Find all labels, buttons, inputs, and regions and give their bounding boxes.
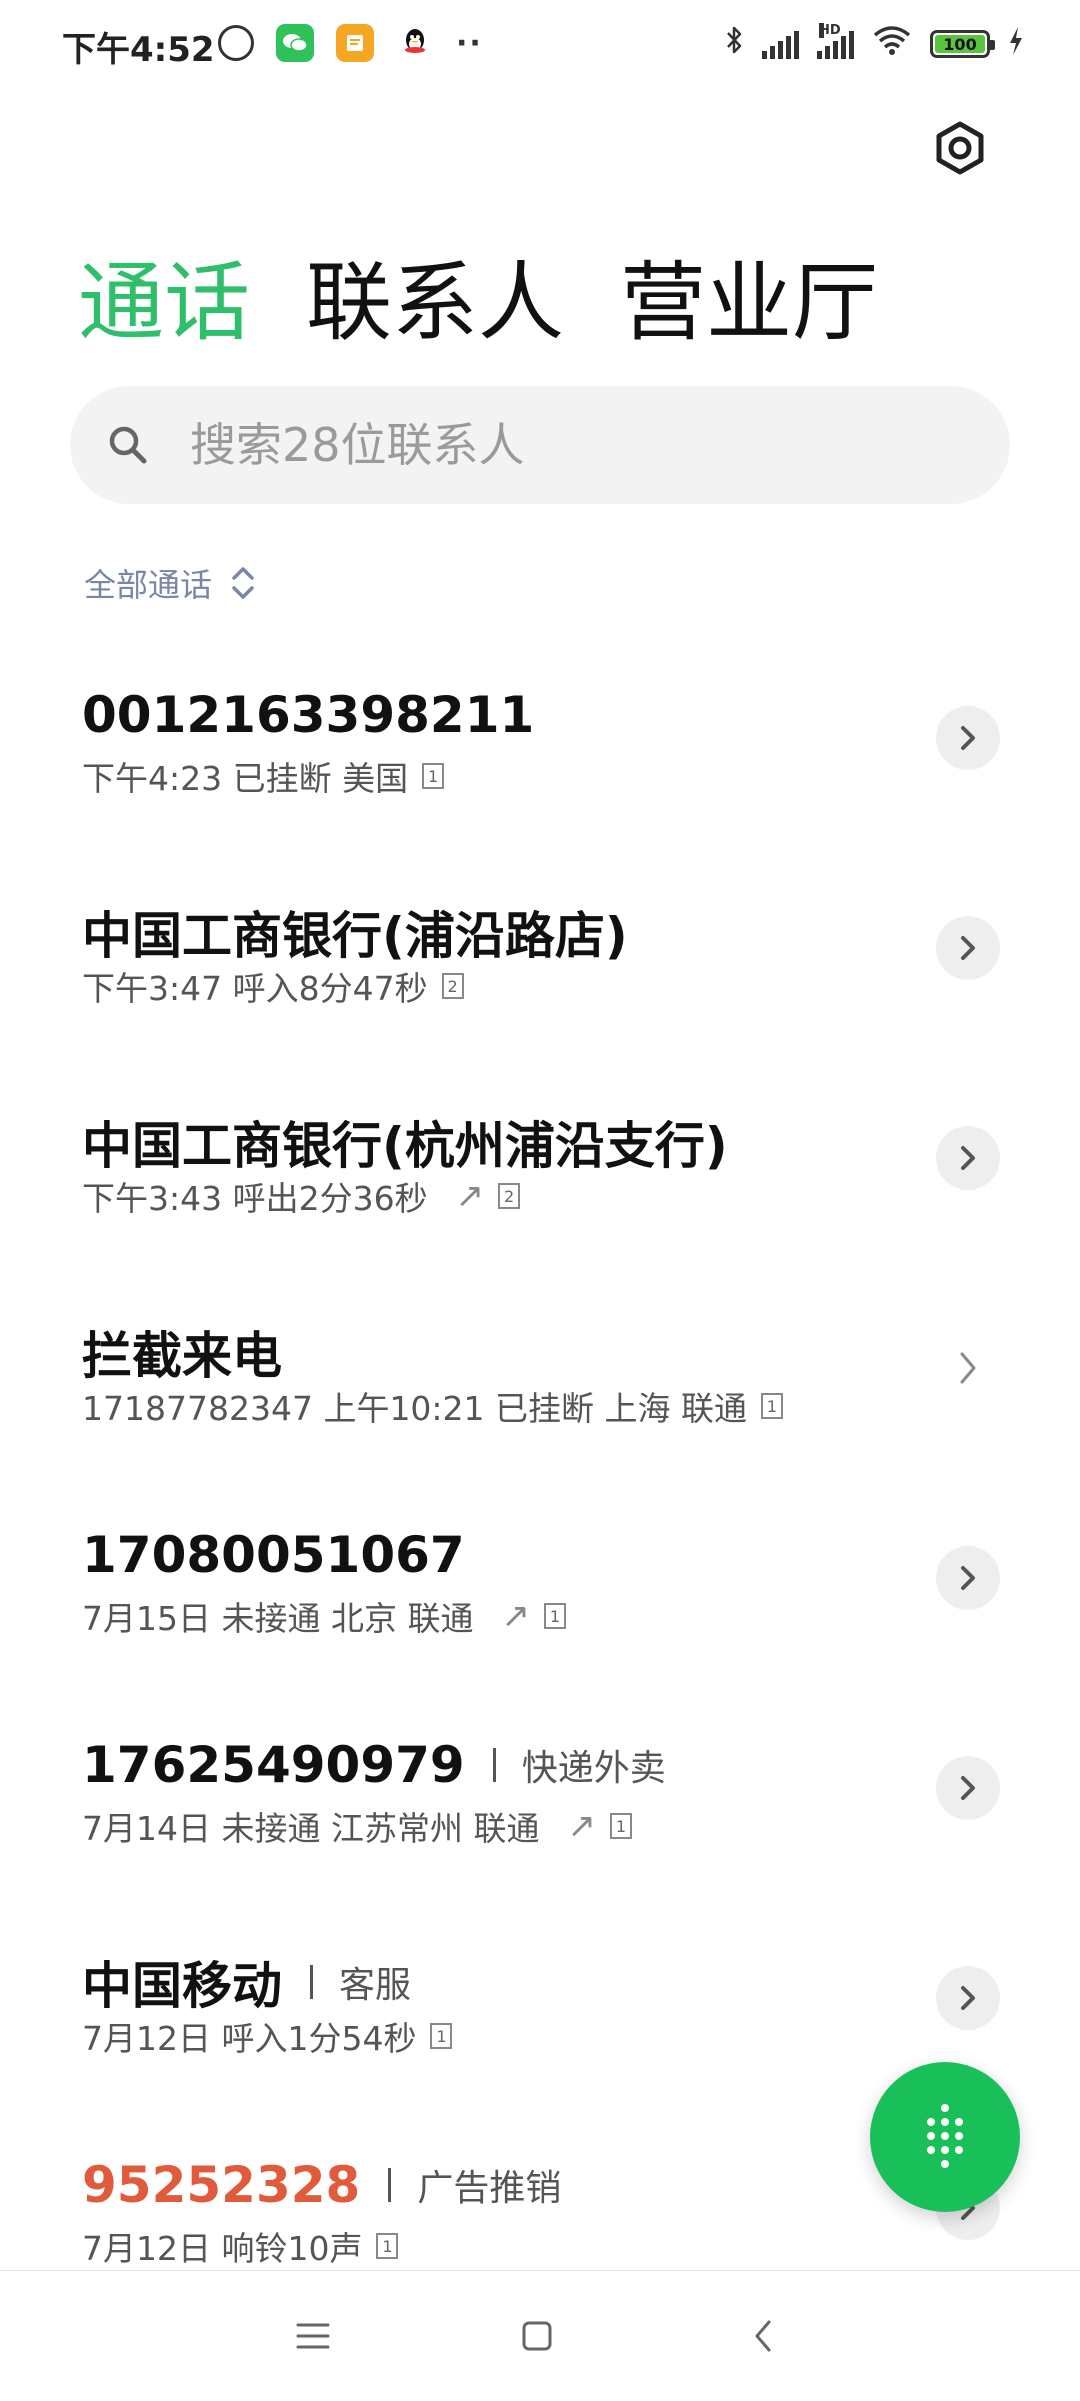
call-name: 17080051067 xyxy=(82,1526,465,1584)
search-bar[interactable] xyxy=(70,386,1010,504)
signal-strength-icon xyxy=(762,29,799,59)
tag-separator xyxy=(388,2168,392,2202)
call-log-item[interactable]: 拦截来电 17187782347 上午10:21 已挂断 上海 联通 1 xyxy=(0,1270,1080,1480)
call-detail-button[interactable] xyxy=(936,1126,1000,1190)
call-detail: 下午3:47 呼入8分47秒 2 xyxy=(82,962,464,1010)
sim-card-badge: 1 xyxy=(609,1813,632,1839)
call-detail-button[interactable] xyxy=(936,1756,1000,1820)
number-tag: 广告推销 xyxy=(417,2168,562,2209)
status-bar: 下午4:52 ·· HD 100 xyxy=(0,0,1080,90)
back-icon[interactable] xyxy=(736,2309,790,2363)
sim-card-badge: 1 xyxy=(430,2023,453,2049)
call-detail-button[interactable] xyxy=(936,706,1000,770)
sim-card-badge: 2 xyxy=(498,1183,521,1209)
call-log-item[interactable]: 17625490979 快递外卖 7月14日 未接通 江苏常州 联通 ↗ 1 xyxy=(0,1690,1080,1900)
call-name: 中国移动 客服 xyxy=(82,1957,412,2015)
call-log-item[interactable]: 中国工商银行(浦沿路店) 下午3:47 呼入8分47秒 2 xyxy=(0,850,1080,1060)
number-tag: 快递外卖 xyxy=(521,1748,666,1789)
outgoing-call-icon: ↗ xyxy=(501,1596,530,1636)
top-tabs: 通话 联系人 营业厅 xyxy=(78,232,878,357)
search-input[interactable] xyxy=(188,417,952,473)
charging-icon xyxy=(1008,26,1024,63)
blocked-calls-button[interactable] xyxy=(936,1336,1000,1400)
call-name: 17625490979 快递外卖 xyxy=(82,1736,666,1794)
outgoing-call-icon: ↗ xyxy=(567,1806,596,1846)
call-detail: 下午3:43 呼出2分36秒 ↗ 2 xyxy=(82,1172,521,1220)
settings-gear-icon[interactable] xyxy=(930,118,990,178)
chevron-right-icon xyxy=(961,1146,975,1170)
call-name: 95252328 广告推销 xyxy=(82,2156,562,2214)
more-notifications-icon: ·· xyxy=(456,25,483,61)
number-tag: 客服 xyxy=(339,1965,412,2006)
wechat-icon xyxy=(276,24,314,62)
call-filter-dropdown[interactable]: 全部通话 xyxy=(84,560,258,606)
chevron-right-icon xyxy=(961,1566,975,1590)
notification-icons: ·· xyxy=(218,24,483,62)
chevron-right-icon xyxy=(960,1352,976,1384)
sim-card-badge: 1 xyxy=(422,763,445,789)
search-icon xyxy=(109,426,147,464)
call-name: 中国工商银行(浦沿路店) xyxy=(82,907,628,965)
notes-app-icon xyxy=(336,24,374,62)
menu-icon[interactable] xyxy=(286,2309,340,2363)
battery-icon: 100 xyxy=(930,30,995,58)
chevron-right-icon xyxy=(961,936,975,960)
call-detail-button[interactable] xyxy=(936,916,1000,980)
call-log-item[interactable]: 0012163398211 下午4:23 已挂断 美国 1 xyxy=(0,640,1080,850)
dialpad-button[interactable] xyxy=(870,2062,1020,2212)
call-detail: 7月14日 未接通 江苏常州 联通 ↗ 1 xyxy=(82,1802,632,1850)
call-detail: 7月12日 呼入1分54秒 1 xyxy=(82,2012,453,2060)
call-detail-button[interactable] xyxy=(936,1546,1000,1610)
tab-calls[interactable]: 通话 xyxy=(78,232,250,357)
call-name: 0012163398211 xyxy=(82,686,535,744)
call-detail: 7月15日 未接通 北京 联通 ↗ 1 xyxy=(82,1592,566,1640)
call-name: 拦截来电 xyxy=(82,1327,282,1385)
call-filter-label: 全部通话 xyxy=(84,566,213,604)
outgoing-call-icon: ↗ xyxy=(455,1176,485,1216)
call-log-item[interactable]: 中国工商银行(杭州浦沿支行) 下午3:43 呼出2分36秒 ↗ 2 xyxy=(0,1060,1080,1270)
tag-separator xyxy=(492,1748,496,1782)
alarm-icon xyxy=(218,25,254,61)
battery-tip xyxy=(990,40,995,50)
sim-card-badge: 1 xyxy=(761,1393,784,1419)
sim-card-badge: 1 xyxy=(376,2233,399,2259)
system-status-icons: HD 100 xyxy=(724,23,1024,64)
call-log-item[interactable]: 17080051067 7月15日 未接通 北京 联通 ↗ 1 xyxy=(0,1480,1080,1690)
call-name: 中国工商银行(杭州浦沿支行) xyxy=(82,1117,728,1175)
chevron-right-icon xyxy=(961,726,975,750)
qq-icon xyxy=(396,24,434,62)
expand-collapse-icon xyxy=(232,567,254,599)
dialpad-icon xyxy=(927,2104,963,2168)
chevron-right-icon xyxy=(961,1776,975,1800)
sim-card-badge: 2 xyxy=(441,973,464,999)
battery-level: 100 xyxy=(943,34,977,54)
wifi-icon xyxy=(872,24,912,64)
tag-separator xyxy=(310,1965,313,1999)
status-time: 下午4:52 xyxy=(62,30,215,70)
call-detail-button[interactable] xyxy=(936,1966,1000,2030)
signal-strength-hd-icon: HD xyxy=(817,23,854,59)
sim-card-badge: 1 xyxy=(543,1603,566,1629)
call-detail: 7月12日 响铃10声 1 xyxy=(82,2222,399,2270)
call-detail: 17187782347 上午10:21 已挂断 上海 联通 1 xyxy=(82,1382,784,1430)
system-navigation-bar xyxy=(0,2270,1080,2401)
call-detail: 下午4:23 已挂断 美国 1 xyxy=(82,752,445,800)
home-icon[interactable] xyxy=(510,2309,564,2363)
tab-service-hall[interactable]: 营业厅 xyxy=(620,232,878,357)
bluetooth-icon xyxy=(724,24,744,64)
tab-contacts[interactable]: 联系人 xyxy=(306,232,564,357)
chevron-right-icon xyxy=(961,1986,975,2010)
